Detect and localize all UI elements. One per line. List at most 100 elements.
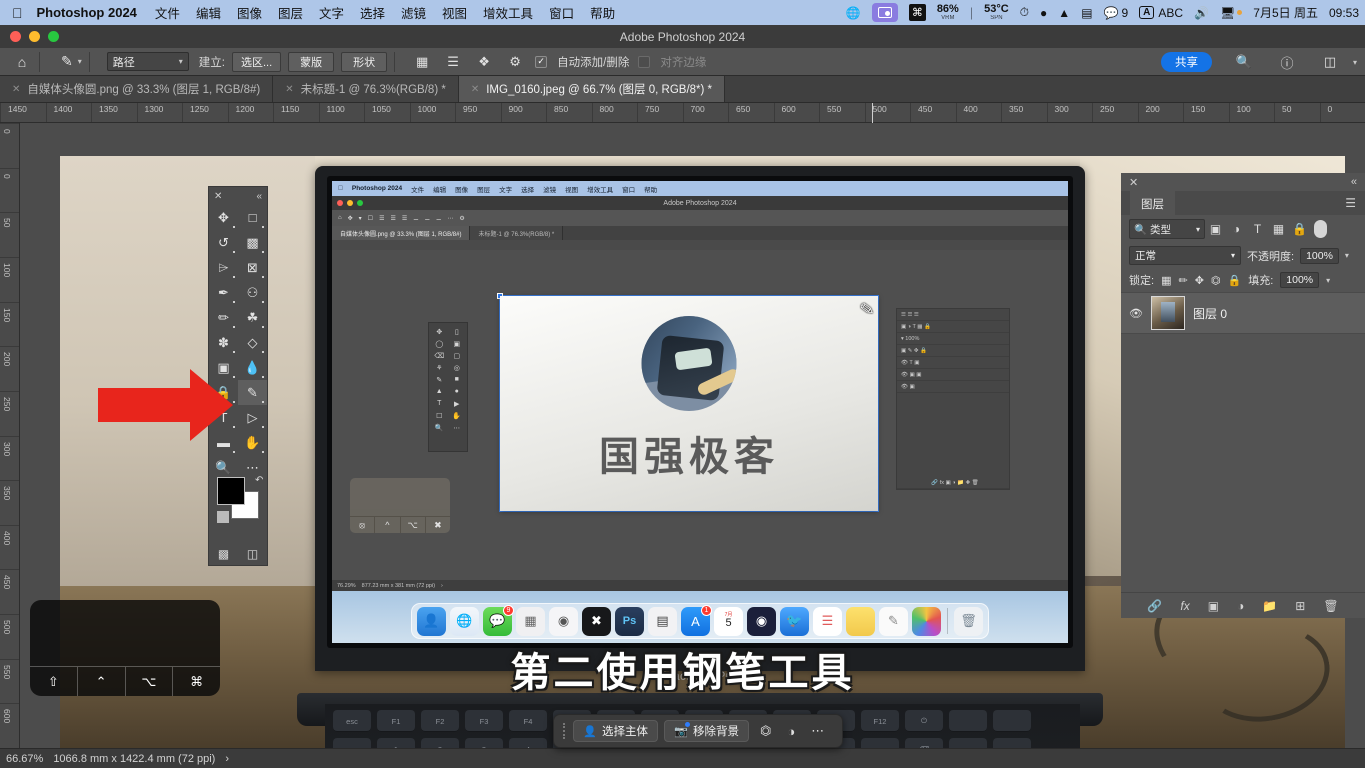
share-button[interactable]: 共享 bbox=[1160, 52, 1212, 72]
close-icon[interactable]: ✕ bbox=[214, 191, 222, 202]
make-selection-button[interactable]: 选区... bbox=[231, 51, 282, 72]
volume-icon[interactable]: 🔊 bbox=[1194, 6, 1209, 20]
fx-icon[interactable]: fx bbox=[1180, 599, 1189, 613]
lock-image-icon[interactable]: ✏ bbox=[1178, 274, 1187, 287]
help-icon[interactable]: ⓘ bbox=[1276, 52, 1298, 72]
hand-tool[interactable]: ✋ bbox=[238, 430, 267, 455]
filter-type-select[interactable]: 🔍 类型 ▾ bbox=[1129, 219, 1205, 239]
collapse-icon[interactable]: « bbox=[256, 191, 262, 202]
path-arrangement-icon[interactable]: ❖ bbox=[473, 52, 495, 72]
screen-mirroring-icon[interactable] bbox=[871, 3, 898, 22]
airdrop-icon[interactable]: 🖥 bbox=[1220, 6, 1243, 20]
type-filter-icon[interactable]: T bbox=[1247, 222, 1268, 236]
tab-avatar-png[interactable]: ✕ 自媒体头像圆.png @ 33.3% (图层 1, RGB/8#) bbox=[0, 76, 274, 102]
tab-layers[interactable]: 图层 bbox=[1130, 190, 1175, 216]
menu-image[interactable]: 图像 bbox=[237, 3, 262, 22]
menu-view[interactable]: 视图 bbox=[442, 3, 467, 22]
search-icon[interactable]: 🔍 bbox=[1233, 52, 1255, 72]
menubar-date[interactable]: 7月5日 周五 bbox=[1253, 4, 1318, 21]
apple-icon[interactable]:  bbox=[12, 6, 23, 20]
current-tool-pen[interactable]: ✎ ▾ bbox=[61, 53, 82, 70]
close-icon[interactable]: ✕ bbox=[285, 84, 293, 95]
drag-handle[interactable] bbox=[563, 723, 567, 739]
path-operations-icon[interactable]: ▦ bbox=[411, 52, 433, 72]
pixel-filter-icon[interactable]: ▣ bbox=[1205, 222, 1226, 236]
more-options-icon[interactable]: ⋯ bbox=[806, 723, 829, 739]
layer-mask-icon[interactable]: ▣ bbox=[1208, 599, 1219, 613]
lock-position-icon[interactable]: ✥ bbox=[1195, 274, 1204, 287]
transform-icon[interactable]: ⏣ bbox=[755, 723, 776, 739]
color-swatches[interactable]: ↶ bbox=[217, 475, 263, 523]
menu-window[interactable]: 窗口 bbox=[549, 3, 574, 22]
keyboard-shortcut-icon[interactable]: ⌘ bbox=[908, 4, 926, 21]
menubar-time[interactable]: 09:53 bbox=[1329, 6, 1359, 20]
adjustment-icon[interactable]: ◑ bbox=[782, 724, 800, 739]
tab-img-0160[interactable]: ✕ IMG_0160.jpeg @ 66.7% (图层 0, RGB/8*) * bbox=[458, 76, 726, 102]
menu-edit[interactable]: 编辑 bbox=[196, 3, 221, 22]
menu-filter[interactable]: 滤镜 bbox=[401, 3, 426, 22]
auto-add-delete-checkbox[interactable]: ✓ bbox=[535, 55, 548, 68]
close-icon[interactable]: ✕ bbox=[12, 84, 20, 95]
close-icon[interactable]: ✕ bbox=[471, 84, 479, 95]
delete-layer-icon[interactable]: 🗑 bbox=[1323, 599, 1338, 613]
opacity-value[interactable]: 100% bbox=[1300, 247, 1339, 264]
marquee-tool[interactable]: □ bbox=[238, 205, 267, 230]
clone-stamp-tool[interactable]: ☘ bbox=[238, 305, 267, 330]
swap-colors-icon[interactable]: ↶ bbox=[255, 475, 263, 486]
lock-transparent-icon[interactable]: ▦ bbox=[1161, 274, 1171, 287]
menu-type[interactable]: 文字 bbox=[319, 3, 344, 22]
menu-select[interactable]: 选择 bbox=[360, 3, 385, 22]
eraser-tool[interactable]: ◇ bbox=[238, 330, 267, 355]
align-edges-checkbox[interactable]: ✓ bbox=[638, 55, 651, 68]
chevron-down-icon[interactable]: ▾ bbox=[1345, 251, 1349, 260]
path-mode-select[interactable]: 路径 ▾ bbox=[106, 52, 189, 71]
crop-tool[interactable]: ⌲ bbox=[209, 255, 238, 280]
link-layers-icon[interactable]: 🔗 bbox=[1147, 599, 1162, 613]
maximize-window-button[interactable] bbox=[48, 31, 59, 42]
menubar-app-name[interactable]: Photoshop 2024 bbox=[37, 5, 137, 20]
move-tool[interactable]: ✥ bbox=[209, 205, 238, 230]
close-icon[interactable]: ✕ bbox=[1129, 176, 1138, 189]
shape-filter-icon[interactable]: ▦ bbox=[1268, 222, 1289, 236]
snapmail-icon[interactable]: ▲ bbox=[1058, 6, 1070, 20]
close-window-button[interactable] bbox=[10, 31, 21, 42]
cpu-usage-indicator[interactable]: 86% VRM bbox=[937, 4, 959, 22]
blend-mode-select[interactable]: 正常 ▾ bbox=[1129, 246, 1241, 265]
layers-panel[interactable]: ✕ « 图层 ☰ 🔍 类型 ▾ ▣ ◑ T ▦ 🔒 正常▾ 不透明度: 100 bbox=[1121, 173, 1365, 618]
chevron-down-icon[interactable]: ▾ bbox=[1326, 276, 1330, 285]
wechat-icon[interactable]: 💬 9 bbox=[1104, 6, 1129, 20]
path-selection-tool[interactable]: ▷ bbox=[238, 405, 267, 430]
new-layer-icon[interactable]: ⊞ bbox=[1295, 599, 1305, 613]
foreground-color-swatch[interactable] bbox=[217, 477, 245, 505]
horizontal-ruler[interactable]: 1450 1400 1350 1300 1250 1200 1150 1100 1050 1000… bbox=[0, 103, 1365, 123]
temperature-indicator[interactable]: 53°C SPN bbox=[984, 4, 1009, 22]
select-subject-button[interactable]: 👤 选择主体 bbox=[573, 720, 658, 742]
filter-toggle[interactable] bbox=[1314, 220, 1327, 238]
shell-icon[interactable]: ● bbox=[1040, 6, 1047, 20]
clipboard-icon[interactable]: ⏱ bbox=[1020, 5, 1029, 20]
fill-value[interactable]: 100% bbox=[1280, 272, 1320, 288]
bilibili-icon[interactable]: ▤ bbox=[1081, 6, 1092, 20]
quick-mask-icon[interactable]: ▩ bbox=[218, 547, 229, 561]
path-alignment-icon[interactable]: ☰ bbox=[442, 52, 464, 72]
make-mask-button[interactable]: 蒙版 bbox=[288, 51, 335, 72]
brush-tool[interactable]: ✏ bbox=[209, 305, 238, 330]
chevron-down-icon[interactable]: ▾ bbox=[78, 57, 82, 66]
eyedropper-tool[interactable]: ✒ bbox=[209, 280, 238, 305]
lock-artboard-icon[interactable]: ⏣ bbox=[1211, 274, 1221, 287]
new-group-icon[interactable]: 📁 bbox=[1262, 599, 1277, 613]
screen-mode-icon[interactable]: ◫ bbox=[247, 547, 258, 561]
history-brush-tool[interactable]: ✽ bbox=[209, 330, 238, 355]
menu-help[interactable]: 帮助 bbox=[590, 3, 615, 22]
collapse-icon[interactable]: « bbox=[1351, 176, 1357, 188]
healing-brush-tool[interactable]: ⚇ bbox=[238, 280, 267, 305]
lock-all-icon[interactable]: 🔒 bbox=[1228, 274, 1242, 287]
layer-thumbnail[interactable] bbox=[1151, 296, 1185, 330]
minimize-window-button[interactable] bbox=[29, 31, 40, 42]
adjustment-filter-icon[interactable]: ◑ bbox=[1226, 222, 1247, 236]
status-chevron-icon[interactable]: › bbox=[225, 753, 229, 765]
layer-name[interactable]: 图层 0 bbox=[1193, 305, 1227, 322]
globe-icon[interactable]: 🌐 bbox=[846, 6, 861, 20]
remove-background-button[interactable]: 📷 移除背景 bbox=[664, 720, 749, 742]
chevron-down-icon[interactable]: ▾ bbox=[1353, 58, 1357, 67]
